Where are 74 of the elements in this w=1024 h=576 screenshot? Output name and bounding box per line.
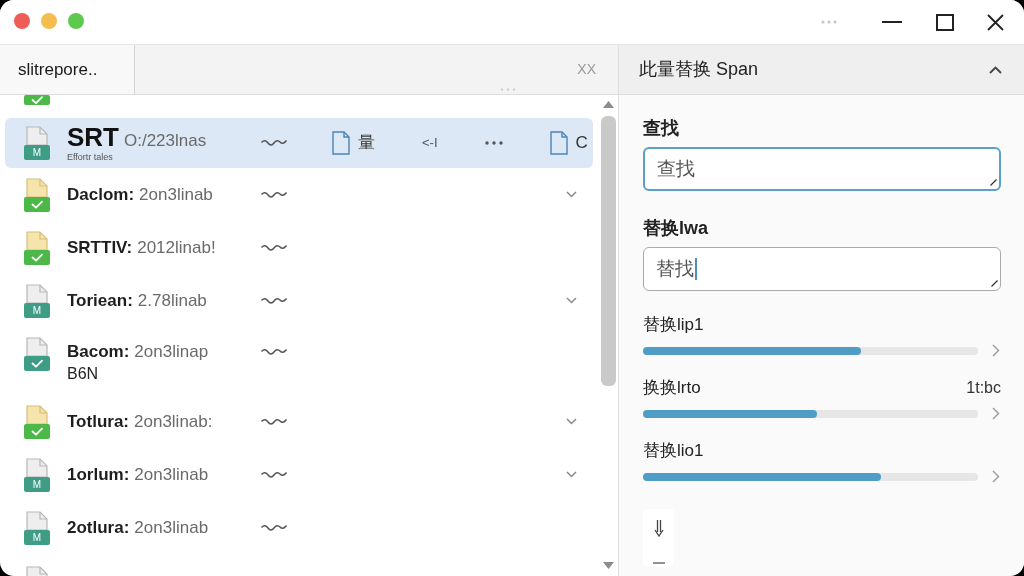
progress-label: 换换lrto [643, 378, 701, 398]
document-icon [332, 131, 350, 155]
chevron-down-icon[interactable] [566, 418, 577, 425]
document-icon [549, 131, 568, 155]
arrow-down-icon[interactable] [653, 519, 664, 537]
check-badge-icon [24, 356, 50, 371]
shortcut-button[interactable]: <-I [422, 133, 438, 153]
wave-icon [261, 138, 287, 148]
wave-icon [261, 189, 287, 200]
close-icon[interactable] [987, 13, 1004, 31]
file-name: Toriean: [67, 289, 133, 312]
file-detail: 2on3linab: [134, 410, 213, 433]
chevron-down-icon[interactable] [566, 191, 577, 198]
file-name: Bacom: [67, 341, 130, 363]
progress-reading: 1t:bc [966, 378, 1001, 398]
scroll-down-icon[interactable] [602, 562, 614, 569]
file-action-button[interactable]: C [549, 130, 588, 156]
file-name: 2otlura: [67, 516, 130, 539]
panel-title: 此量替换 Span [639, 58, 759, 81]
file-meta: B6N [67, 364, 99, 384]
traffic-light-icon[interactable] [68, 13, 84, 29]
file-action-button[interactable]: 量 [332, 130, 375, 156]
drag-handle-icon[interactable] [500, 88, 516, 91]
scroll-up-icon[interactable] [602, 101, 614, 108]
file-detail: 2on3linab [134, 463, 209, 486]
chevron-up-icon[interactable] [989, 65, 1002, 74]
document-icon [26, 337, 48, 356]
document-icon [26, 510, 48, 530]
document-icon [26, 283, 48, 303]
wave-icon [261, 522, 287, 533]
file-detail: 2on3linap [134, 341, 209, 363]
wave-icon [261, 469, 287, 480]
file-detail: 2on3linab [134, 516, 209, 539]
file-detail: 2on3linab [139, 183, 213, 206]
resize-handle-icon[interactable] [991, 280, 998, 287]
file-name: Daclom: [67, 183, 135, 206]
traffic-light-icon[interactable] [14, 13, 30, 29]
resize-handle-icon[interactable] [990, 179, 997, 186]
file-name: SRTTIV: [67, 236, 133, 259]
wave-icon [261, 295, 287, 306]
file-subtitle: Effortr tales [67, 152, 113, 162]
document-icon [26, 230, 48, 250]
wave-icon [261, 347, 287, 357]
field-label: 替换lwa [643, 217, 708, 239]
more-icon[interactable] [484, 141, 503, 145]
chevron-down-icon[interactable] [566, 297, 577, 304]
file-name: SRT [67, 124, 119, 150]
replace-field[interactable]: 替找 [643, 247, 1001, 291]
chevron-down-icon[interactable] [566, 471, 577, 478]
file-type-badge: M [24, 145, 50, 160]
chevron-right-icon[interactable] [992, 407, 1000, 420]
field-label: 查找 [643, 117, 679, 139]
file-detail: 2.78linab [137, 289, 207, 312]
progress-label: 替换lip1 [643, 315, 704, 335]
wave-icon [261, 416, 287, 427]
document-icon [26, 126, 48, 145]
scrollbar-thumb[interactable] [600, 116, 616, 386]
document-icon [26, 177, 48, 197]
dash-icon [652, 562, 665, 564]
wave-icon [261, 242, 287, 253]
file-detail: O:/223lnas [124, 130, 207, 152]
document-icon [26, 457, 48, 477]
find-field[interactable]: 查找 [643, 147, 1001, 191]
tab[interactable]: slitrepore.. [0, 45, 135, 94]
progress-label: 替换lio1 [643, 441, 704, 461]
traffic-light-icon[interactable] [41, 13, 57, 29]
file-name: 1orlum: [67, 463, 130, 486]
document-icon [26, 404, 48, 424]
selected-row[interactable]: M SRT O:/223lnas Effortr tales 量 <-I C [5, 118, 593, 168]
chevron-right-icon[interactable] [992, 470, 1000, 483]
file-name: Totlura: [67, 410, 129, 433]
file-detail: 2012linab! [137, 236, 216, 259]
chevron-right-icon[interactable] [992, 344, 1000, 357]
maximize-icon[interactable] [936, 13, 954, 31]
